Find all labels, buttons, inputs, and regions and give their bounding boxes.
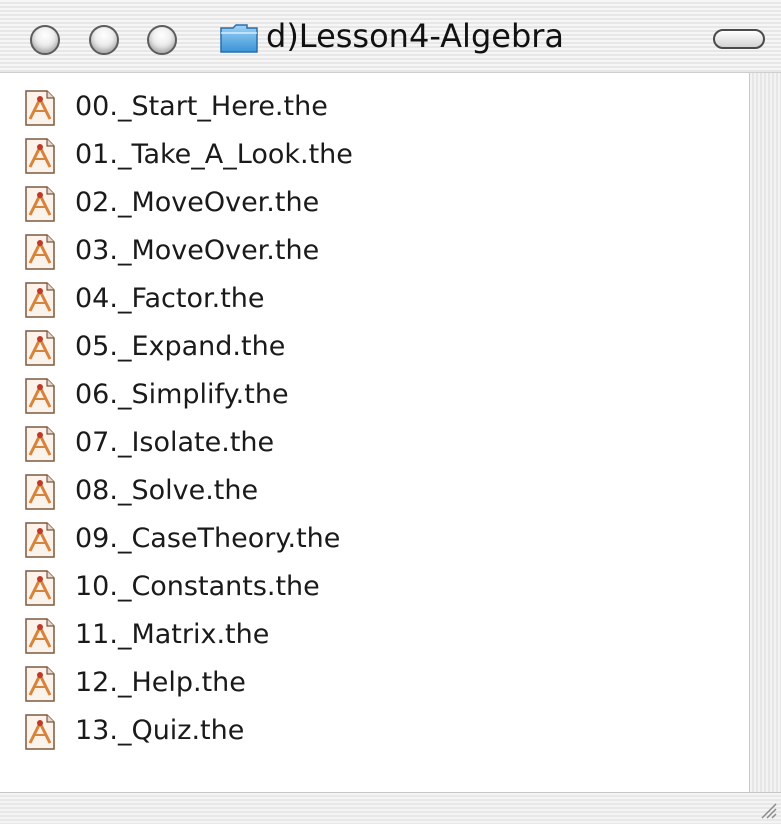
file-name: 09._CaseTheory.the <box>75 523 341 554</box>
file-name: 00._Start_Here.the <box>75 91 328 122</box>
list-item[interactable]: 13._Quiz.the <box>0 711 720 759</box>
resize-grip-icon[interactable] <box>756 798 778 820</box>
theorist-document-icon <box>25 90 55 126</box>
theorist-document-icon <box>25 618 55 654</box>
file-list-pane[interactable]: 00._Start_Here.the 01._Take_A_Look.the 0… <box>0 73 749 792</box>
theorist-document-icon <box>25 426 55 462</box>
list-item[interactable]: 05._Expand.the <box>0 327 720 375</box>
file-name: 06._Simplify.the <box>75 379 289 410</box>
file-name: 05._Expand.the <box>75 331 286 362</box>
list-item[interactable]: 06._Simplify.the <box>0 375 720 423</box>
zoom-button[interactable] <box>147 25 177 55</box>
file-name: 08._Solve.the <box>75 475 259 506</box>
theorist-document-icon <box>25 522 55 558</box>
list-item[interactable]: 08._Solve.the <box>0 471 720 519</box>
file-name: 10._Constants.the <box>75 571 320 602</box>
list-item[interactable]: 10._Constants.the <box>0 567 720 615</box>
finder-window: d)Lesson4-Algebra 00._Start_Here.the 01.… <box>0 0 781 824</box>
file-name: 12._Help.the <box>75 667 246 698</box>
file-name: 13._Quiz.the <box>75 715 245 746</box>
list-item[interactable]: 11._Matrix.the <box>0 615 720 663</box>
file-name: 04._Factor.the <box>75 283 265 314</box>
list-item[interactable]: 00._Start_Here.the <box>0 87 720 135</box>
list-item[interactable]: 07._Isolate.the <box>0 423 720 471</box>
status-bar <box>0 792 781 824</box>
list-item[interactable]: 03._MoveOver.the <box>0 231 720 279</box>
list-item[interactable]: 12._Help.the <box>0 663 720 711</box>
theorist-document-icon <box>25 570 55 606</box>
list-item[interactable]: 04._Factor.the <box>0 279 720 327</box>
theorist-document-icon <box>25 714 55 750</box>
window-title: d)Lesson4-Algebra <box>266 17 565 55</box>
theorist-document-icon <box>25 378 55 414</box>
file-name: 03._MoveOver.the <box>75 235 320 266</box>
file-list: 00._Start_Here.the 01._Take_A_Look.the 0… <box>0 87 720 759</box>
file-name: 01._Take_A_Look.the <box>75 139 353 170</box>
folder-icon <box>220 24 258 53</box>
toolbar-toggle-button[interactable] <box>713 29 765 49</box>
vertical-scrollbar[interactable] <box>749 73 781 792</box>
theorist-document-icon <box>25 138 55 174</box>
close-button[interactable] <box>30 25 60 55</box>
file-name: 02._MoveOver.the <box>75 187 320 218</box>
theorist-document-icon <box>25 282 55 318</box>
list-item[interactable]: 01._Take_A_Look.the <box>0 135 720 183</box>
theorist-document-icon <box>25 330 55 366</box>
theorist-document-icon <box>25 186 55 222</box>
theorist-document-icon <box>25 474 55 510</box>
file-name: 11._Matrix.the <box>75 619 270 650</box>
file-name: 07._Isolate.the <box>75 427 275 458</box>
list-item[interactable]: 09._CaseTheory.the <box>0 519 720 567</box>
minimize-button[interactable] <box>89 25 119 55</box>
list-item[interactable]: 02._MoveOver.the <box>0 183 720 231</box>
title-bar[interactable]: d)Lesson4-Algebra <box>0 0 781 73</box>
theorist-document-icon <box>25 234 55 270</box>
theorist-document-icon <box>25 666 55 702</box>
